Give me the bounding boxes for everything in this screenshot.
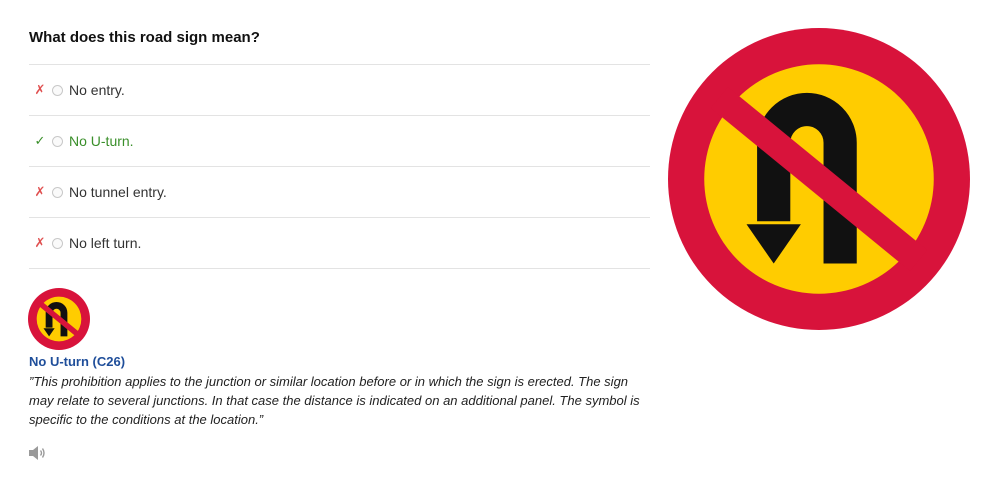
sign-description: ”This prohibition applies to the junctio…	[29, 374, 640, 427]
radio-button[interactable]	[52, 237, 63, 249]
option-label: No entry.	[69, 82, 125, 98]
answer-option-no-entry[interactable]: ✗ No entry.	[29, 65, 650, 116]
no-u-turn-sign-image	[668, 28, 970, 330]
answer-option-no-left-turn[interactable]: ✗ No left turn.	[29, 218, 650, 269]
radio-button[interactable]	[52, 84, 63, 96]
sign-name: No U-turn (C26)	[29, 354, 126, 369]
wrong-mark-icon: ✗	[34, 184, 46, 199]
option-label: No left turn.	[69, 235, 142, 251]
question-title: What does this road sign mean?	[29, 29, 260, 46]
answer-options: ✗ No entry. ✓ No U-turn. ✗ No tunnel ent…	[29, 64, 650, 269]
radio-button[interactable]	[52, 186, 63, 198]
option-label: No tunnel entry.	[69, 184, 167, 200]
option-label: No U-turn.	[69, 133, 134, 149]
wrong-mark-icon: ✗	[34, 82, 46, 97]
wrong-mark-icon: ✗	[34, 235, 46, 250]
correct-mark-icon: ✓	[34, 133, 46, 148]
no-u-turn-sign-thumbnail	[28, 288, 90, 350]
answer-option-no-tunnel-entry[interactable]: ✗ No tunnel entry.	[29, 167, 650, 218]
radio-button[interactable]	[52, 135, 63, 147]
answer-option-no-u-turn[interactable]: ✓ No U-turn.	[29, 116, 650, 167]
speaker-icon[interactable]	[28, 444, 48, 462]
